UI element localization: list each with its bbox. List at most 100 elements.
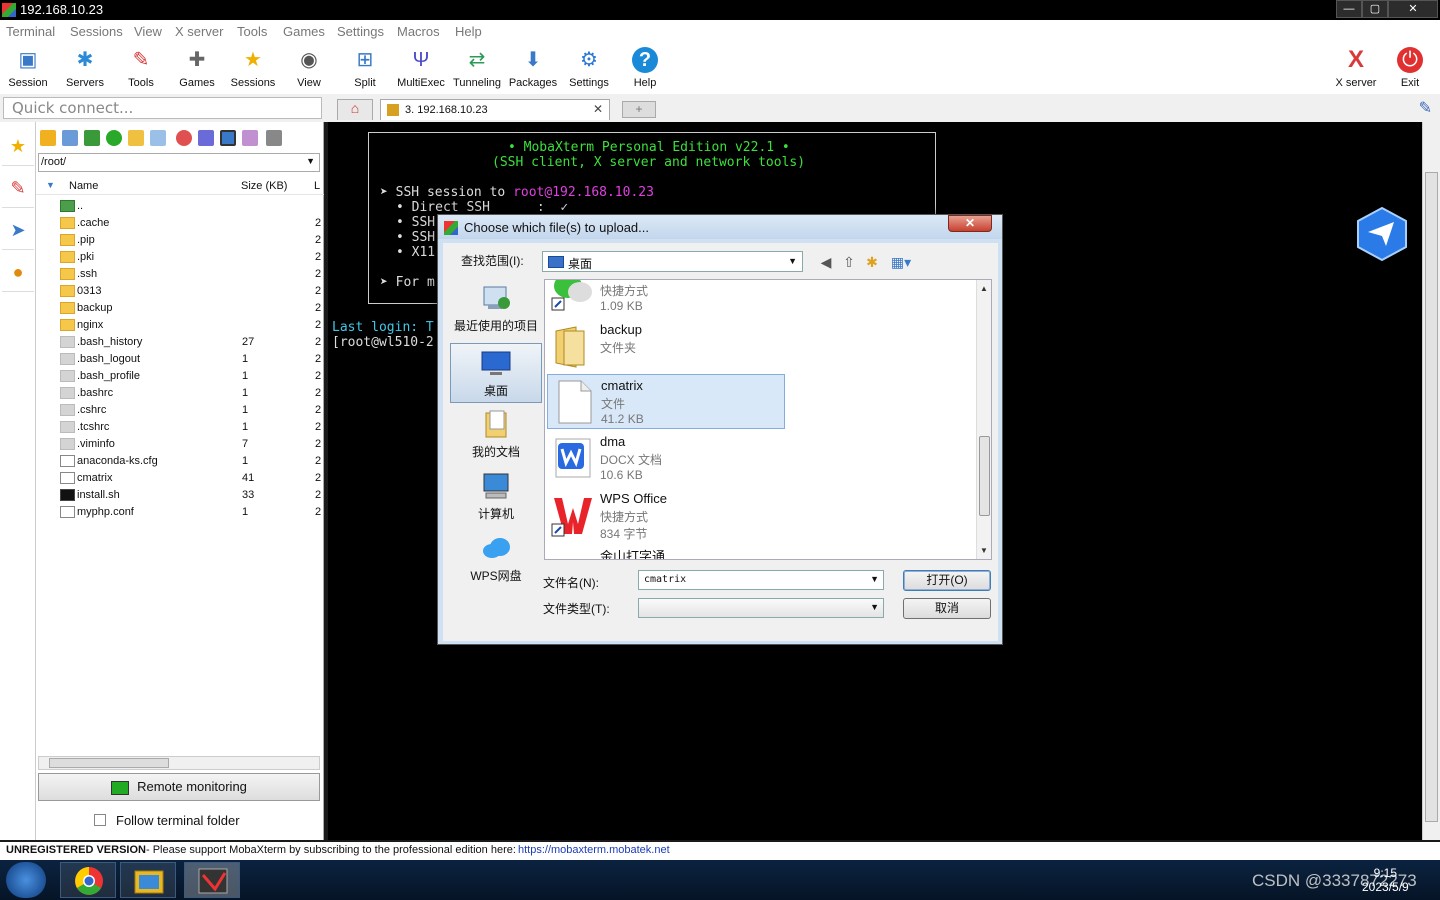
place-computer[interactable]: 计算机 — [450, 467, 542, 527]
session-tab[interactable]: 3. 192.168.10.23 ✕ — [380, 99, 610, 120]
file-row[interactable]: backup 2 — [36, 300, 324, 317]
chevron-down-icon[interactable]: ▼ — [306, 156, 315, 166]
file-row[interactable]: myphp.conf 1 2 — [36, 504, 324, 521]
file-row[interactable]: 0313 2 — [36, 283, 324, 300]
dialog-close-button[interactable]: ✕ — [948, 215, 992, 232]
menu-games[interactable]: Games — [283, 24, 325, 39]
file-row[interactable]: .bash_profile 1 2 — [36, 368, 324, 385]
file-item-wechat-shortcut[interactable]: 快捷方式 1.09 KB — [547, 280, 785, 317]
explorer-taskbar-button[interactable] — [120, 862, 176, 898]
menu-settings[interactable]: Settings — [337, 24, 384, 39]
sort-icon[interactable]: ▼ — [46, 180, 55, 190]
chevron-down-icon[interactable]: ▼ — [870, 574, 879, 584]
games-button[interactable]: ✚ Games — [169, 45, 225, 93]
tunneling-button[interactable]: ⇄ Tunneling — [449, 45, 505, 93]
mobaxterm-taskbar-button[interactable] — [184, 862, 240, 898]
cancel-button[interactable]: 取消 — [903, 598, 991, 619]
size-column-header[interactable]: Size (KB) — [241, 180, 287, 192]
minimize-button[interactable]: — — [1336, 0, 1362, 18]
menu-sessions[interactable]: Sessions — [70, 24, 123, 39]
new-tab-button[interactable]: + — [622, 101, 656, 118]
close-tab-icon[interactable]: ✕ — [593, 102, 603, 116]
file-row[interactable]: .bashrc 1 2 — [36, 385, 324, 402]
follow-folder-checkbox[interactable] — [94, 814, 106, 826]
upload-icon[interactable] — [84, 130, 100, 146]
file-list-view[interactable]: 快捷方式 1.09 KB backup 文件夹 cmatrix 文件 41.2 … — [544, 279, 992, 560]
terminal-icon[interactable] — [266, 130, 282, 146]
file-type-dropdown[interactable]: ▼ — [638, 598, 884, 618]
chevron-down-icon[interactable]: ▼ — [788, 256, 797, 266]
edit-icon[interactable] — [242, 130, 258, 146]
file-row[interactable]: install.sh 33 2 — [36, 487, 324, 504]
tools-button[interactable]: ✎ Tools — [113, 45, 169, 93]
support-link[interactable]: https://mobaxterm.mobatek.net — [518, 844, 670, 856]
multiexec-button[interactable]: Ψ MultiExec — [393, 45, 449, 93]
refresh-icon[interactable] — [106, 130, 122, 146]
file-row[interactable]: .pip 2 — [36, 232, 324, 249]
open-button[interactable]: 打开(O) — [903, 570, 991, 591]
place-documents[interactable]: 我的文档 — [450, 405, 542, 465]
place-wps-cloud[interactable]: WPS网盘 — [450, 529, 542, 589]
help-button[interactable]: ? Help — [617, 45, 673, 93]
back-icon[interactable]: ◀ — [817, 253, 835, 271]
file-row[interactable]: .pki 2 — [36, 249, 324, 266]
exit-button[interactable]: ⏻ Exit — [1384, 45, 1436, 93]
file-row[interactable]: .bash_history 27 2 — [36, 334, 324, 351]
place-desktop[interactable]: 桌面 — [450, 343, 542, 403]
file-row[interactable]: .ssh 2 — [36, 266, 324, 283]
file-row[interactable]: cmatrix 41 2 — [36, 470, 324, 487]
file-name-input[interactable]: cmatrix ▼ — [638, 570, 884, 590]
terminal-scrollbar[interactable] — [1422, 122, 1440, 840]
file-row[interactable]: .cshrc 1 2 — [36, 402, 324, 419]
look-in-dropdown[interactable]: 桌面 ▼ — [542, 251, 803, 272]
file-item-wps-office[interactable]: WPS Office 快捷方式 834 字节 — [547, 488, 785, 543]
view-button[interactable]: ◉ View — [281, 45, 337, 93]
menu-tools[interactable]: Tools — [237, 24, 267, 39]
servers-button[interactable]: ✱ Servers — [57, 45, 113, 93]
file-item-backup[interactable]: backup 文件夹 — [547, 319, 785, 374]
scroll-up-icon[interactable]: ▲ — [980, 284, 988, 293]
file-item-typing[interactable]: 金山打字通 — [547, 543, 785, 559]
menu-terminal[interactable]: Terminal — [6, 24, 55, 39]
macros-sidebar-tab[interactable]: ➤ — [2, 210, 34, 250]
file-row[interactable]: .. — [36, 198, 324, 215]
file-row[interactable]: .viminfo 7 2 — [36, 436, 324, 453]
new-file-icon[interactable] — [150, 130, 166, 146]
menu-help[interactable]: Help — [455, 24, 482, 39]
system-clock[interactable]: 9:15 2023/5/9 — [1362, 866, 1409, 894]
menu-macros[interactable]: Macros — [397, 24, 440, 39]
quick-connect-input[interactable]: Quick connect... — [3, 97, 322, 119]
l-column-header[interactable]: L — [314, 180, 320, 192]
up-folder-icon[interactable]: ⇧ — [840, 253, 858, 271]
session-button[interactable]: ▣ Session — [0, 45, 56, 93]
chevron-down-icon[interactable]: ▼ — [870, 602, 879, 612]
new-folder-icon[interactable] — [128, 130, 144, 146]
file-row[interactable]: anaconda-ks.cfg 1 2 — [36, 453, 324, 470]
menu-x-server[interactable]: X server — [175, 24, 223, 39]
maximize-button[interactable]: ▢ — [1362, 0, 1388, 18]
file-item-cmatrix[interactable]: cmatrix 文件 41.2 KB — [547, 374, 785, 429]
paperclip-icon[interactable]: ✎ — [1419, 98, 1432, 118]
file-item-dma[interactable]: dma DOCX 文档 10.6 KB — [547, 431, 785, 486]
menu-view[interactable]: View — [134, 24, 162, 39]
close-window-button[interactable]: ✕ — [1388, 0, 1438, 18]
rename-icon[interactable] — [198, 130, 214, 146]
parent-folder-icon[interactable] — [40, 130, 56, 146]
remote-monitoring-button[interactable]: Remote monitoring — [38, 773, 320, 801]
chrome-taskbar-button[interactable] — [60, 862, 116, 898]
horizontal-scrollbar[interactable] — [38, 756, 320, 770]
file-row[interactable]: .cache 2 — [36, 215, 324, 232]
new-folder-icon[interactable]: ✱ — [863, 253, 881, 271]
name-column-header[interactable]: Name — [69, 180, 98, 192]
scroll-down-icon[interactable]: ▼ — [980, 546, 988, 555]
scrollbar-thumb[interactable] — [49, 758, 169, 768]
path-input[interactable]: /root/▼ — [38, 153, 320, 172]
sessions-button[interactable]: ★ Sessions — [225, 45, 281, 93]
file-row[interactable]: .tcshrc 1 2 — [36, 419, 324, 436]
scrollbar-thumb[interactable] — [1425, 172, 1438, 822]
packages-button[interactable]: ⬇ Packages — [505, 45, 561, 93]
settings-button[interactable]: ⚙ Settings — [561, 45, 617, 93]
home-tab[interactable]: ⌂ — [337, 99, 373, 120]
place-recent[interactable]: 最近使用的项目 — [450, 279, 542, 339]
delete-icon[interactable] — [176, 130, 192, 146]
